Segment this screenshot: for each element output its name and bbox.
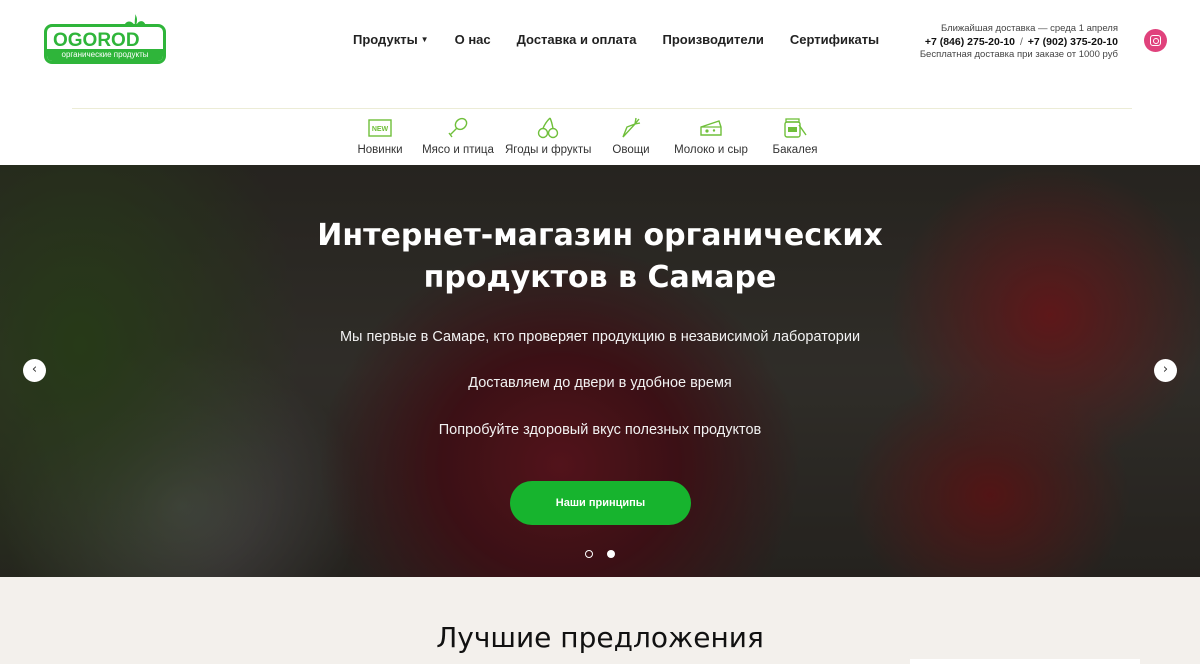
- nav-products-label: Продукты: [353, 32, 418, 47]
- logo-frame: OGOROD органические продукты: [44, 24, 166, 64]
- hero-line-delivery: Доставляем до двери в удобное время: [468, 375, 732, 391]
- nav-delivery[interactable]: Доставка и оплата: [517, 32, 637, 52]
- slider-dot-1[interactable]: [585, 550, 593, 558]
- slider-dot-2[interactable]: [607, 550, 615, 558]
- phones: +7 (846) 275-20-10 / +7 (902) 375-20-10: [920, 35, 1118, 49]
- hero-title-line-1: Интернет-магазин органических: [317, 218, 883, 253]
- new-badge-icon: NEW: [368, 119, 392, 137]
- category-grocery[interactable]: Бакалея: [772, 115, 818, 156]
- hero-line-taste: Попробуйте здоровый вкус полезных продук…: [438, 422, 762, 438]
- header-divider: [72, 108, 1132, 109]
- carrot-icon: [622, 117, 641, 138]
- category-new-label: Новинки: [357, 144, 403, 156]
- category-vegetables-label: Овощи: [612, 144, 650, 156]
- logo[interactable]: OGOROD органические продукты: [44, 14, 166, 64]
- category-meat[interactable]: Мясо и птица: [421, 115, 495, 156]
- principles-button[interactable]: Наши принципы: [510, 481, 691, 525]
- category-bar: NEW Новинки Мясо и птица Ягоды и фрукты …: [0, 110, 1200, 165]
- jar-icon: [784, 118, 807, 138]
- nav-products[interactable]: Продукты ▼: [353, 32, 429, 52]
- category-dairy[interactable]: Молоко и сыр: [673, 115, 749, 156]
- contact-info: Ближайшая доставка — среда 1 апреля +7 (…: [920, 23, 1118, 61]
- chevron-right-icon[interactable]: ›: [1154, 359, 1177, 382]
- offer-card[interactable]: [910, 659, 1140, 664]
- cherries-icon: [537, 117, 559, 139]
- hero-title-line-2: продуктов в Самаре: [423, 260, 777, 295]
- category-vegetables[interactable]: Овощи: [610, 115, 652, 156]
- instagram-lens: [1152, 37, 1159, 44]
- free-delivery-note: Бесплатная доставка при заказе от 1000 р…: [919, 49, 1118, 60]
- phone-1[interactable]: +7 (846) 275-20-10: [925, 36, 1015, 48]
- nav-about[interactable]: О нас: [455, 32, 491, 52]
- site-header: OGOROD органические продукты Продукты ▼ О…: [0, 0, 1200, 108]
- category-new[interactable]: NEW Новинки: [355, 115, 405, 156]
- hero-line-lab: Мы первые в Самаре, кто проверяет продук…: [339, 329, 861, 345]
- logo-subtitle: органические продукты: [47, 49, 163, 61]
- phone-2[interactable]: +7 (902) 375-20-10: [1028, 36, 1118, 48]
- next-delivery: Ближайшая доставка — среда 1 апреля: [940, 23, 1118, 34]
- phone-separator: /: [1019, 36, 1023, 48]
- chevron-left-icon[interactable]: ‹: [23, 359, 46, 382]
- category-grocery-label: Бакалея: [772, 144, 818, 156]
- best-offers-section: Лучшие предложения: [0, 577, 1200, 664]
- category-berries-label: Ягоды и фрукты: [505, 144, 592, 156]
- category-dairy-label: Молоко и сыр: [674, 144, 748, 156]
- svg-text:NEW: NEW: [372, 126, 389, 133]
- chevron-down-icon: ▼: [420, 35, 429, 44]
- nav-certificates[interactable]: Сертификаты: [790, 32, 879, 52]
- best-offers-title: Лучшие предложения: [436, 621, 764, 654]
- nav-producers[interactable]: Производители: [662, 32, 763, 52]
- category-meat-label: Мясо и птица: [422, 144, 494, 156]
- hero-title: Интернет-магазин органических продуктов …: [300, 215, 900, 299]
- drumstick-icon: [448, 117, 468, 138]
- main-nav: Продукты ▼ О нас Доставка и оплата Произв…: [353, 32, 905, 52]
- hero-slider: Интернет-магазин органических продуктов …: [0, 165, 1200, 577]
- instagram-icon[interactable]: [1144, 29, 1167, 52]
- category-berries[interactable]: Ягоды и фрукты: [505, 115, 591, 156]
- cheese-icon: [700, 120, 722, 136]
